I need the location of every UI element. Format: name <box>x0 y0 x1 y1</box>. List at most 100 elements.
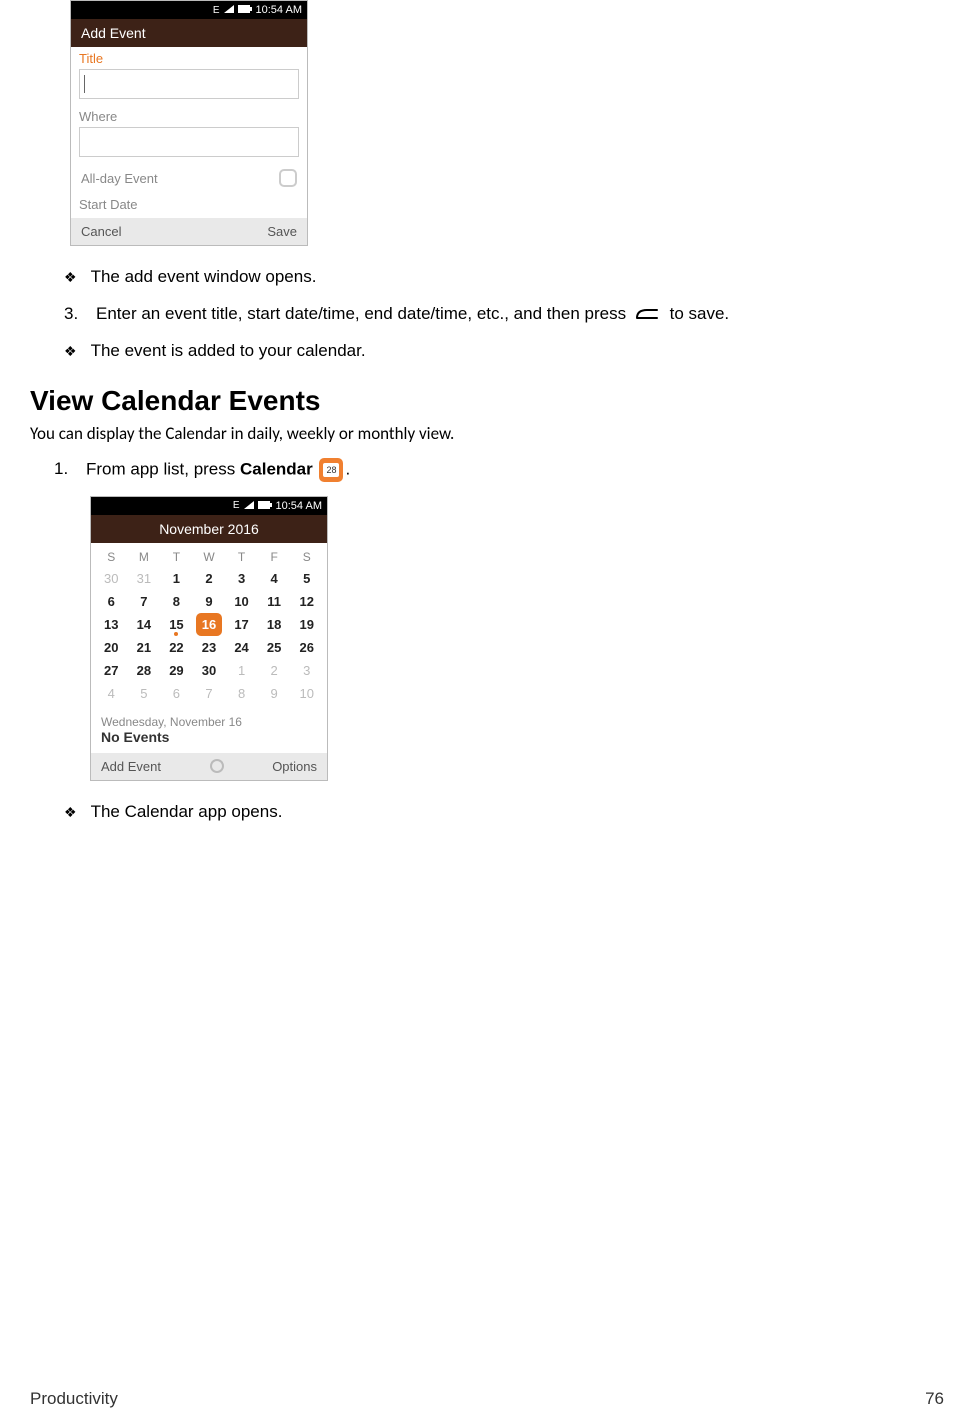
allday-row[interactable]: All-day Event <box>71 163 307 193</box>
network-indicator: E <box>213 5 220 16</box>
calendar-day[interactable]: 12 <box>290 590 323 613</box>
event-summary: Wednesday, November 16 No Events <box>91 709 327 753</box>
page-footer: Productivity 76 <box>30 1389 944 1409</box>
signal-icon <box>244 500 254 512</box>
day-of-week-header: F <box>258 547 291 567</box>
step-3: 3. Enter an event title, start date/time… <box>64 303 944 326</box>
allday-label: All-day Event <box>81 171 158 186</box>
calendar-day[interactable]: 6 <box>95 590 128 613</box>
calendar-day[interactable]: 16 <box>196 613 223 636</box>
step-text: Enter an event title, start date/time, e… <box>96 303 729 326</box>
save-softkey[interactable]: Save <box>267 224 297 239</box>
status-bar: E 10:54 AM <box>71 1 307 19</box>
step-number: 3. <box>64 303 82 326</box>
calendar-day[interactable]: 2 <box>258 659 291 682</box>
calendar-day[interactable]: 8 <box>225 682 258 705</box>
calendar-day[interactable]: 10 <box>225 590 258 613</box>
bullet-text: The add event window opens. <box>91 266 317 289</box>
phone-add-event: E 10:54 AM Add Event Title Where All-day… <box>70 0 308 246</box>
calendar-day[interactable]: 4 <box>258 567 291 590</box>
day-of-week-header: S <box>290 547 323 567</box>
calendar-day[interactable]: 27 <box>95 659 128 682</box>
lead-text: You can display the Calendar in daily, w… <box>30 423 944 444</box>
calendar-day[interactable]: 10 <box>290 682 323 705</box>
softkey-bar: Add Event Options <box>91 753 327 780</box>
calendar-day[interactable]: 9 <box>193 590 226 613</box>
startdate-label: Start Date <box>71 193 307 218</box>
calendar-day[interactable]: 14 <box>128 613 161 636</box>
signal-icon <box>224 4 234 16</box>
options-softkey[interactable]: Options <box>272 759 317 774</box>
month-title: November 2016 <box>91 515 327 543</box>
calendar-day[interactable]: 29 <box>160 659 193 682</box>
battery-icon <box>238 4 252 16</box>
calendar-day[interactable]: 8 <box>160 590 193 613</box>
calendar-day[interactable]: 19 <box>290 613 323 636</box>
cancel-softkey[interactable]: Cancel <box>81 224 121 239</box>
calendar-day[interactable]: 28 <box>128 659 161 682</box>
calendar-day[interactable]: 30 <box>193 659 226 682</box>
bullet-result-3: ❖ The Calendar app opens. <box>64 801 944 824</box>
bullet-icon: ❖ <box>64 342 77 361</box>
calendar-day[interactable]: 24 <box>225 636 258 659</box>
calendar-day[interactable]: 3 <box>290 659 323 682</box>
day-of-week-header: T <box>160 547 193 567</box>
calendar-day[interactable]: 7 <box>128 590 161 613</box>
footer-page: 76 <box>925 1389 944 1409</box>
center-softkey-icon[interactable] <box>210 759 224 773</box>
softkey-bar: Cancel Save <box>71 218 307 245</box>
network-indicator: E <box>233 500 240 511</box>
day-of-week-header: S <box>95 547 128 567</box>
step-number: 1. <box>54 458 72 481</box>
allday-toggle[interactable] <box>279 169 297 187</box>
calendar-day[interactable]: 11 <box>258 590 291 613</box>
calendar-day[interactable]: 18 <box>258 613 291 636</box>
day-of-week-header: W <box>193 547 226 567</box>
calendar-day[interactable]: 13 <box>95 613 128 636</box>
day-of-week-header: M <box>128 547 161 567</box>
step-text: From app list, press Calendar 28. <box>86 458 350 482</box>
calendar-day[interactable]: 6 <box>160 682 193 705</box>
bullet-icon: ❖ <box>64 268 77 287</box>
title-input[interactable] <box>79 69 299 99</box>
text-cursor <box>84 75 85 93</box>
calendar-day[interactable]: 22 <box>160 636 193 659</box>
bullet-icon: ❖ <box>64 803 77 822</box>
calendar-day[interactable]: 3 <box>225 567 258 590</box>
title-label: Title <box>71 47 307 66</box>
battery-icon <box>258 500 272 512</box>
bullet-result-2: ❖ The event is added to your calendar. <box>64 340 944 363</box>
where-input[interactable] <box>79 127 299 157</box>
bullet-text: The event is added to your calendar. <box>91 340 366 363</box>
calendar-day[interactable]: 1 <box>160 567 193 590</box>
no-events-label: No Events <box>101 729 317 745</box>
calendar-day[interactable]: 1 <box>225 659 258 682</box>
calendar-day[interactable]: 2 <box>193 567 226 590</box>
calendar-day[interactable]: 5 <box>290 567 323 590</box>
addevent-softkey[interactable]: Add Event <box>101 759 161 774</box>
status-bar: E 10:54 AM <box>91 497 327 515</box>
calendar-day[interactable]: 31 <box>128 567 161 590</box>
calendar-day[interactable]: 23 <box>193 636 226 659</box>
calendar-day[interactable]: 9 <box>258 682 291 705</box>
selected-date: Wednesday, November 16 <box>101 715 317 729</box>
back-key-icon <box>635 307 661 321</box>
calendar-day[interactable]: 15 <box>160 613 193 636</box>
clock: 10:54 AM <box>276 500 322 512</box>
day-of-week-header: T <box>225 547 258 567</box>
step-1: 1. From app list, press Calendar 28. <box>54 458 944 482</box>
calendar-day[interactable]: 26 <box>290 636 323 659</box>
clock: 10:54 AM <box>256 4 302 16</box>
calendar-grid: SMTWTFS303112345678910111213141516171819… <box>91 543 327 709</box>
bullet-text: The Calendar app opens. <box>91 801 283 824</box>
calendar-app-icon: 28 <box>319 458 343 482</box>
bullet-result-1: ❖ The add event window opens. <box>64 266 944 289</box>
calendar-day[interactable]: 20 <box>95 636 128 659</box>
calendar-day[interactable]: 30 <box>95 567 128 590</box>
calendar-day[interactable]: 17 <box>225 613 258 636</box>
calendar-day[interactable]: 21 <box>128 636 161 659</box>
calendar-day[interactable]: 5 <box>128 682 161 705</box>
calendar-day[interactable]: 7 <box>193 682 226 705</box>
calendar-day[interactable]: 25 <box>258 636 291 659</box>
calendar-day[interactable]: 4 <box>95 682 128 705</box>
